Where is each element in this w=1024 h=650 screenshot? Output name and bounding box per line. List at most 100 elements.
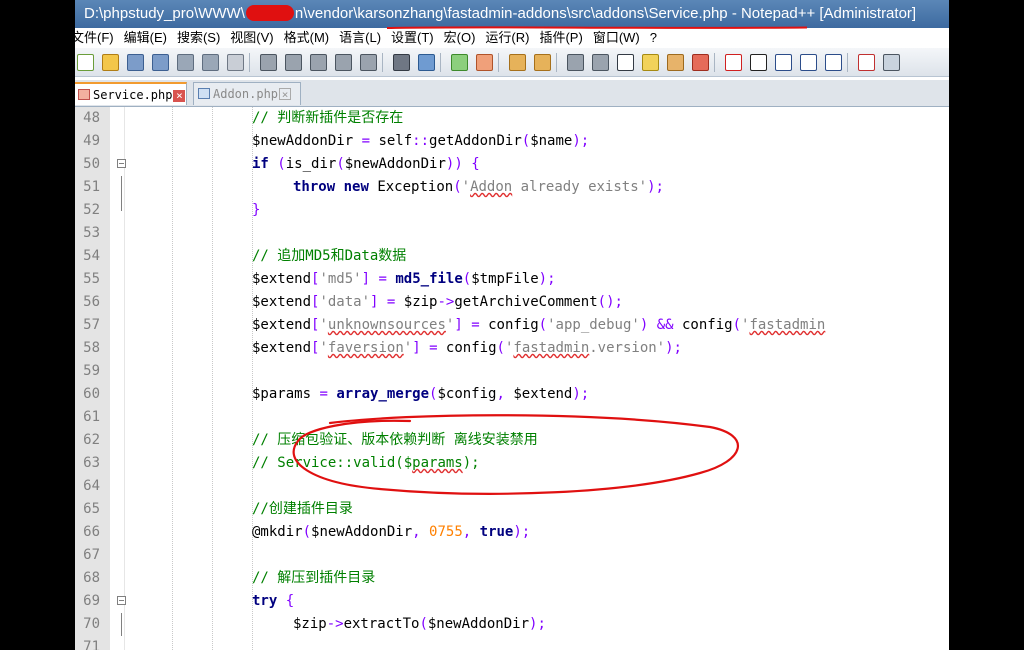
sync-v-icon[interactable] [509, 54, 526, 71]
line-number: 71 [83, 639, 100, 650]
toolbar-separator [556, 53, 557, 72]
line-number: 54 [83, 248, 100, 264]
code-line: 66 @mkdir($newAddonDir, 0755, true); [75, 521, 949, 544]
tab-service-php[interactable]: Service.php × [75, 82, 187, 105]
title-bar: D:\phpstudy_pro\WWW\ n\vendor\karsonzhang… [75, 0, 949, 28]
indent-guide-icon[interactable] [617, 54, 634, 71]
code-text: $extend['md5'] = md5_file($tmpFile); [252, 271, 556, 287]
code-line: 68 // 解压到插件目录 [75, 567, 949, 590]
code-line: 51 throw new Exception('Addon already exi… [75, 176, 949, 199]
all-chars-icon[interactable] [592, 54, 609, 71]
redo-icon[interactable] [360, 54, 377, 71]
toolbar-separator [498, 53, 499, 72]
code-text: try { [252, 593, 295, 609]
fold-line [121, 613, 122, 636]
line-number: 70 [83, 616, 100, 632]
copy-icon[interactable] [285, 54, 302, 71]
code-text: $extend['faversion'] = config('fastadmin… [252, 340, 682, 356]
close-icon[interactable] [177, 54, 194, 71]
tab-label: Service.php [93, 88, 173, 102]
code-line: 54 // 追加MD5和Data数据 [75, 245, 949, 268]
code-line: 50 if (is_dir($newAddonDir)) { [75, 153, 949, 176]
code-text: // 解压到插件目录 [252, 570, 376, 586]
code-text: $zip->extractTo($newAddonDir); [293, 616, 546, 632]
toolbar-separator [847, 53, 848, 72]
line-number: 66 [83, 524, 100, 540]
close-tab-icon[interactable]: × [279, 88, 292, 100]
line-number: 52 [83, 202, 100, 218]
stop-macro-icon[interactable] [750, 54, 767, 71]
save-macro-icon[interactable] [825, 54, 842, 71]
menu-item[interactable]: 宏(O) [439, 28, 481, 48]
open-file-icon[interactable] [102, 54, 119, 71]
spell-auto-icon[interactable] [883, 54, 900, 71]
zoom-out-icon[interactable] [476, 54, 493, 71]
code-line: 58 $extend['faversion'] = config('fastadm… [75, 337, 949, 360]
code-text: //创建插件目录 [252, 501, 353, 517]
code-editor[interactable]: 48 // 判断新插件是否存在 49 $newAddonDir = self::get… [75, 107, 949, 650]
find-icon[interactable] [393, 54, 410, 71]
function-list-icon[interactable] [692, 54, 709, 71]
replace-icon[interactable] [418, 54, 435, 71]
close-all-icon[interactable] [202, 54, 219, 71]
code-line: 53 [75, 222, 949, 245]
fold-line [121, 176, 122, 199]
code-line: 67 [75, 544, 949, 567]
menu-item[interactable]: 搜索(S) [172, 28, 225, 48]
zoom-in-icon[interactable] [451, 54, 468, 71]
line-number: 59 [83, 363, 100, 379]
code-line: 69 try { [75, 590, 949, 613]
menu-item[interactable]: ? [645, 28, 662, 48]
menu-item[interactable]: 语言(L) [334, 28, 386, 48]
save-all-icon[interactable] [152, 54, 169, 71]
line-number: 53 [83, 225, 100, 241]
fold-toggle-icon[interactable] [117, 159, 126, 168]
undo-icon[interactable] [335, 54, 352, 71]
title-path-prefix: D:\phpstudy_pro\WWW\ [84, 5, 245, 22]
record-macro-icon[interactable] [725, 54, 742, 71]
line-number: 57 [83, 317, 100, 333]
line-number: 56 [83, 294, 100, 310]
toolbar-separator [714, 53, 715, 72]
line-number: 68 [83, 570, 100, 586]
paste-icon[interactable] [310, 54, 327, 71]
line-number: 60 [83, 386, 100, 402]
wrap-icon[interactable] [567, 54, 584, 71]
sync-h-icon[interactable] [534, 54, 551, 71]
new-file-icon[interactable] [77, 54, 94, 71]
udl-icon[interactable] [642, 54, 659, 71]
save-icon[interactable] [127, 54, 144, 71]
redaction-mark [245, 5, 294, 21]
tab-label: Addon.php [213, 87, 279, 101]
play-multiple-icon[interactable] [800, 54, 817, 71]
menu-item[interactable]: 格式(M) [279, 28, 335, 48]
code-text: $newAddonDir = self::getAddonDir($name); [252, 133, 590, 149]
code-text: $extend['data'] = $zip->getArchiveCommen… [252, 294, 623, 310]
menu-item[interactable]: 视图(V) [225, 28, 278, 48]
tab-addon-php[interactable]: Addon.php × [193, 82, 301, 105]
code-line: 55 $extend['md5'] = md5_file($tmpFile); [75, 268, 949, 291]
print-icon[interactable] [227, 54, 244, 71]
toolbar-separator [249, 53, 250, 72]
menu-item[interactable]: 编辑(E) [119, 28, 172, 48]
play-macro-icon[interactable] [775, 54, 792, 71]
line-number: 62 [83, 432, 100, 448]
menu-item[interactable]: 运行(R) [480, 28, 534, 48]
close-tab-icon[interactable]: × [173, 90, 186, 102]
toolbar [75, 48, 949, 77]
menu-item[interactable]: 窗口(W) [588, 28, 645, 48]
line-number: 50 [83, 156, 100, 172]
menu-item[interactable]: 设置(T) [386, 28, 439, 48]
code-text: // 判断新插件是否存在 [252, 110, 404, 126]
toolbar-separator [440, 53, 441, 72]
spell-check-icon[interactable] [858, 54, 875, 71]
cut-icon[interactable] [260, 54, 277, 71]
code-text: } [252, 202, 261, 218]
code-line: 56 $extend['data'] = $zip->getArchiveComm… [75, 291, 949, 314]
line-number: 55 [83, 271, 100, 287]
doc-map-icon[interactable] [667, 54, 684, 71]
menu-item[interactable]: 插件(P) [534, 28, 587, 48]
menu-item[interactable]: 文件(F) [75, 28, 119, 48]
fold-toggle-icon[interactable] [117, 596, 126, 605]
title-path-suffix: n\vendor\karsonzhang\fastadmin-addons\sr… [294, 5, 917, 22]
